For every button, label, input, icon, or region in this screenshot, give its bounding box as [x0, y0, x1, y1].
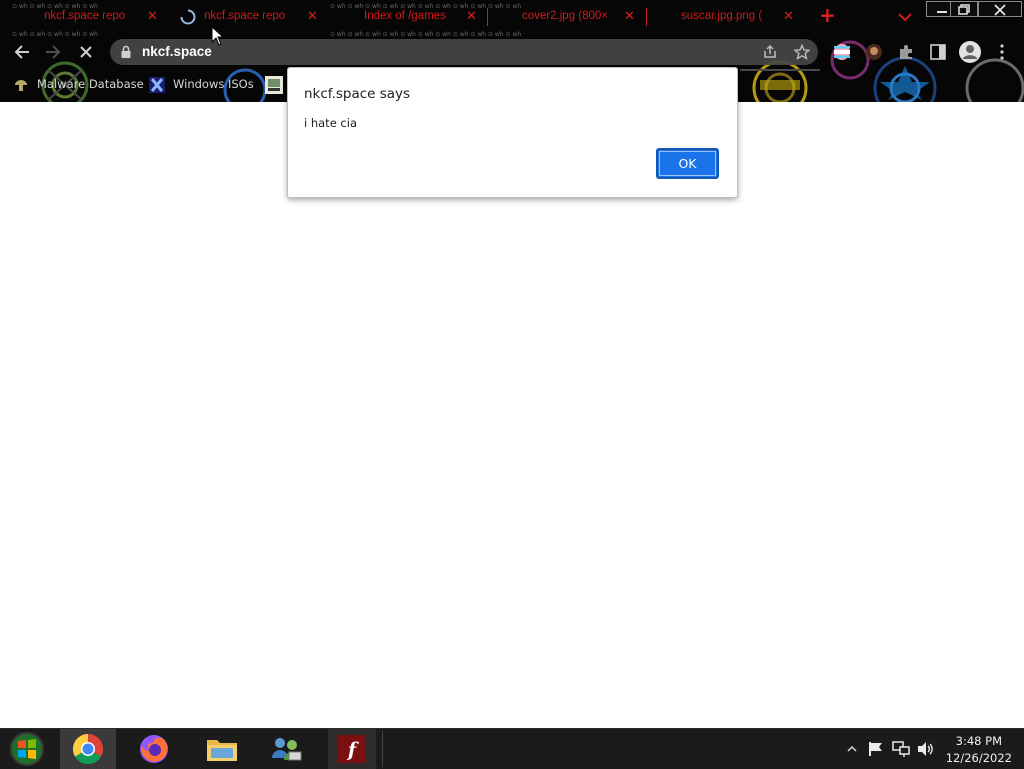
taskbar: f 3:48 PM 12/26/2022 — [0, 728, 1024, 769]
taskbar-flash-player[interactable]: f — [328, 729, 376, 769]
extensions-puzzle-icon[interactable] — [897, 43, 915, 61]
close-icon[interactable]: ✕ — [307, 9, 318, 24]
svg-text:⊙ wh ⊙ wh ⊙ wh ⊙ wh ⊙ wh: ⊙ wh ⊙ wh ⊙ wh ⊙ wh ⊙ wh — [12, 31, 98, 38]
back-arrow-icon[interactable] — [13, 43, 31, 61]
tab-4[interactable]: cover2.jpg (800× ✕ — [522, 4, 640, 30]
tab-1[interactable]: nkcf.space repo ✕ — [44, 4, 162, 30]
taskbar-network[interactable] — [258, 729, 314, 769]
close-icon[interactable]: ✕ — [466, 9, 477, 24]
tab-3[interactable]: Index of /games ✕ — [364, 4, 482, 30]
tab-title: nkcf.space repo — [44, 10, 126, 22]
image-thumbnail-icon — [265, 76, 283, 94]
tab-5[interactable]: suscar.jpg.png ( ✕ — [681, 4, 799, 30]
lock-icon[interactable] — [120, 45, 132, 59]
extension-flag-icon[interactable] — [833, 43, 851, 61]
forward-arrow-icon[interactable] — [44, 43, 62, 61]
clock-date: 12/26/2022 — [945, 751, 1012, 765]
taskbar-file-explorer[interactable] — [194, 729, 250, 769]
bookmark-windows-isos[interactable]: Windows ISOs — [148, 74, 256, 96]
extension-avatar-icon[interactable] — [865, 43, 883, 61]
taskbar-separator — [382, 731, 383, 767]
close-icon[interactable]: ✕ — [624, 9, 635, 24]
bookmark-image[interactable] — [265, 74, 285, 96]
flash-player-icon: f — [338, 735, 366, 763]
network-users-icon — [272, 738, 302, 761]
svg-text:⊙ wh ⊙ wh ⊙ wh ⊙ wh ⊙ wh: ⊙ wh ⊙ wh ⊙ wh ⊙ wh ⊙ wh ⊙ wh ⊙ wh ⊙ wh … — [330, 31, 521, 38]
share-icon[interactable] — [762, 44, 778, 60]
x-logo-icon — [149, 77, 165, 93]
mushroom-icon — [15, 80, 27, 91]
tab-title: nkcf.space repo — [204, 10, 286, 22]
restore-icon — [958, 4, 970, 15]
dialog-title: nkcf.space says — [304, 86, 411, 102]
url-text: nkcf.space — [142, 44, 212, 59]
profile-avatar-icon[interactable] — [958, 40, 982, 64]
firefox-icon — [140, 735, 168, 763]
loading-spinner-icon — [180, 9, 196, 25]
volume-icon[interactable] — [917, 741, 935, 757]
bookmark-label: Windows ISOs — [173, 77, 254, 91]
new-tab-button[interactable]: + — [819, 3, 836, 27]
tab-title: suscar.jpg.png ( — [681, 10, 763, 22]
system-clock[interactable]: 3:48 PM 12/26/2022 — [940, 729, 1024, 769]
show-hidden-icon[interactable] — [847, 745, 857, 753]
ok-button[interactable]: OK — [656, 148, 719, 179]
folder-icon — [207, 740, 237, 761]
mouse-cursor-icon — [211, 26, 225, 46]
bookmark-star-icon[interactable] — [794, 44, 810, 60]
close-icon[interactable]: ✕ — [783, 9, 794, 24]
tab-separator — [646, 8, 647, 26]
tab-title: cover2.jpg (800× — [522, 10, 608, 22]
tab-separator — [487, 8, 488, 26]
tab-search-chevron-icon[interactable] — [898, 12, 912, 22]
close-window-button[interactable] — [978, 1, 1022, 17]
action-center-flag-icon[interactable] — [868, 741, 884, 757]
dialog-message: i hate cia — [304, 116, 357, 130]
bookmark-malware-database[interactable]: Malware Database — [12, 74, 144, 96]
stop-loading-icon[interactable] — [78, 44, 94, 60]
side-panel-icon[interactable] — [929, 43, 947, 61]
start-button[interactable] — [4, 729, 50, 769]
clock-time: 3:48 PM — [955, 734, 1002, 748]
close-icon — [994, 4, 1006, 16]
tab-title: Index of /games — [364, 10, 446, 22]
close-icon[interactable]: ✕ — [147, 9, 158, 24]
windows-start-icon — [10, 732, 44, 766]
alert-dialog: nkcf.space says i hate cia OK — [287, 67, 738, 198]
network-icon[interactable] — [892, 741, 910, 757]
more-menu-icon[interactable] — [999, 43, 1005, 61]
restore-button[interactable] — [950, 1, 978, 17]
tab-2-active[interactable]: nkcf.space repo ✕ — [178, 4, 322, 30]
taskbar-chrome[interactable] — [60, 729, 116, 769]
bookmark-label: Malware Database — [37, 77, 144, 91]
taskbar-firefox[interactable] — [126, 729, 182, 769]
chrome-icon — [72, 734, 104, 765]
